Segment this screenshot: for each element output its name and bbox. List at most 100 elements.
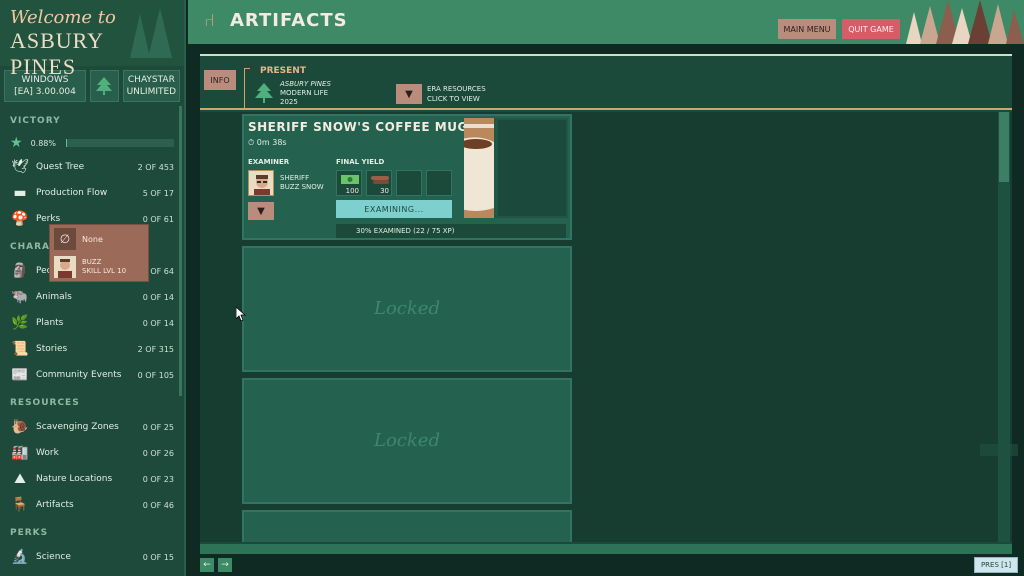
mushroom-icon: 🍄	[11, 211, 29, 227]
sidebar-item-plants[interactable]: 🌿 Plants 0 OF 14	[0, 310, 184, 336]
dove-icon: 🕊	[11, 159, 29, 175]
era-town: ASBURY PINES	[280, 80, 331, 88]
sheriff-portrait-icon	[54, 256, 76, 278]
locked-label: Locked	[374, 430, 440, 451]
sidebar-item-count: 5 OF 17	[142, 188, 174, 198]
sidebar-item-label: Scavenging Zones	[36, 422, 119, 432]
bottom-scrollbar[interactable]	[200, 544, 1012, 554]
era-title: PRESENT	[260, 66, 306, 76]
scrollbar-thumb[interactable]	[999, 112, 1009, 182]
pine-trees-icon	[130, 8, 172, 58]
era-resources-label[interactable]: ERA RESOURCES CLICK TO VIEW	[427, 84, 486, 104]
exam-progress: 30% EXAMINED (22 / 75 XP)	[336, 224, 566, 238]
artifact-list: SHERIFF SNOW'S COFFEE MUG ⏱ 0m 38s EXAMI…	[200, 112, 1012, 542]
examiner-label: EXAMINER	[248, 158, 290, 166]
sidebar-item-animals[interactable]: 🐃 Animals 0 OF 14	[0, 284, 184, 310]
examiner-name: SHERIFF BUZZ SNOW	[280, 174, 324, 192]
sidebar-item-count: 0 OF 15	[142, 552, 174, 562]
sidebar-item-community-events[interactable]: 📰 Community Events 0 OF 105	[0, 362, 184, 388]
era-resources-button[interactable]: ▼	[396, 84, 422, 104]
mountain-icon: ⛰	[14, 471, 26, 487]
timer-value: 0m 38s	[256, 138, 287, 147]
sidebar-item-count: 0 OF 26	[142, 448, 174, 458]
sidebar-item-science[interactable]: 🔬 Science 0 OF 15	[0, 544, 184, 570]
previous-button[interactable]: ←	[200, 558, 214, 572]
examiner-dropdown-button[interactable]: ▼	[248, 202, 274, 220]
sidebar-item-count: 0 OF 23	[142, 474, 174, 484]
examining-button[interactable]: EXAMINING...	[336, 200, 452, 218]
none-icon: ∅	[54, 228, 76, 250]
resource-list: 🐌 Scavenging Zones 0 OF 25 🏭 Work 0 OF 26 ⛰ Nat…	[0, 414, 184, 518]
main-menu-button[interactable]: MAIN MENU	[778, 19, 836, 39]
sidebar-scrollbar[interactable]	[179, 106, 182, 396]
mouse-cursor-icon	[236, 307, 246, 321]
artifact-timer: ⏱ 0m 38s	[248, 138, 287, 148]
dropdown-option-none[interactable]: ∅ None	[50, 225, 148, 253]
next-button[interactable]: →	[218, 558, 232, 572]
sidebar-item-quest-tree[interactable]: 🕊 Quest Tree 2 OF 453	[0, 154, 184, 180]
money-icon	[341, 175, 359, 184]
pine-tree-icon	[255, 83, 273, 103]
coffee-mug-icon	[464, 118, 568, 218]
sidebar-item-work[interactable]: 🏭 Work 0 OF 26	[0, 440, 184, 466]
buzz-name: BUZZ	[82, 258, 102, 266]
sidebar-item-count: 0 OF 61	[142, 214, 174, 224]
era-info-bar: INFO PRESENT ASBURY PINES MODERN LIFE 20…	[200, 54, 1012, 110]
quit-game-button[interactable]: QUIT GAME	[842, 19, 900, 39]
page-title: ARTIFACTS	[230, 10, 348, 31]
sidebar-item-label: Quest Tree	[36, 162, 85, 172]
era-year: 2025	[280, 98, 298, 106]
locked-artifact-card: Locked	[242, 378, 572, 504]
sidebar: Welcome to ASBURY PINES WINDOWS [EA] 3.0…	[0, 0, 186, 576]
victory-bar-fill	[65, 139, 67, 147]
sidebar-item-label: Stories	[36, 344, 68, 354]
sidebar-item-artifacts[interactable]: 🪑 Artifacts 0 OF 46	[0, 492, 184, 518]
main-panel: INFO PRESENT ASBURY PINES MODERN LIFE 20…	[200, 54, 1012, 554]
sidebar-item-count: 2 OF 453	[137, 162, 174, 172]
sidebar-item-label: Artifacts	[36, 500, 74, 510]
version-label: [EA] 3.00.004	[14, 87, 76, 97]
couch-icon: ▬	[13, 185, 27, 201]
bison-icon: 🐃	[11, 289, 29, 305]
yield-value: 30	[380, 187, 389, 195]
era-name: MODERN LIFE	[280, 89, 329, 97]
sheriff-portrait-icon	[249, 171, 273, 195]
sidebar-item-production-flow[interactable]: ▬ Production Flow 5 OF 17	[0, 180, 184, 206]
artifact-name: SHERIFF SNOW'S COFFEE MUG	[248, 120, 468, 134]
sidebar-item-nature-locations[interactable]: ⛰ Nature Locations 0 OF 23	[0, 466, 184, 492]
pres-button[interactable]: PRES [1]	[974, 557, 1018, 573]
exam-progress-text: 30% EXAMINED (22 / 75 XP)	[356, 227, 455, 235]
yield-slot-empty	[426, 170, 452, 196]
sidebar-item-count: 0 OF 14	[142, 318, 174, 328]
sidebar-item-stories[interactable]: 📜 Stories 2 OF 315	[0, 336, 184, 362]
artifact-card[interactable]: SHERIFF SNOW'S COFFEE MUG ⏱ 0m 38s EXAMI…	[242, 114, 572, 240]
buzz-portrait	[54, 256, 76, 278]
yield-slot-wood: 30	[366, 170, 392, 196]
sidebar-item-count: 0 OF 46	[142, 500, 174, 510]
era-bracket	[244, 68, 250, 108]
section-resources: RESOURCES	[10, 398, 80, 408]
era-resources-hint: CLICK TO VIEW	[427, 95, 480, 103]
chair-icon: 🪑	[11, 497, 29, 513]
content-scrollbar[interactable]	[998, 112, 1010, 542]
game-mode: UNLIMITED	[126, 87, 177, 97]
sidebar-item-label: Plants	[36, 318, 64, 328]
final-yield-label: FINAL YIELD	[336, 158, 385, 166]
section-victory: VICTORY	[10, 116, 61, 126]
sidebar-item-scavenging-zones[interactable]: 🐌 Scavenging Zones 0 OF 25	[0, 414, 184, 440]
sidebar-item-label: Community Events	[36, 370, 122, 380]
sidebar-item-count: 2 OF 315	[137, 344, 174, 354]
locked-artifact-card: Locked	[242, 246, 572, 372]
scroll-icon: 📜	[11, 341, 29, 357]
building-icon: 🏭	[11, 445, 29, 461]
newspaper-icon: 📰	[11, 367, 29, 383]
buzz-option-text: BUZZ SKILL LVL 10	[82, 258, 126, 276]
perk-list: 🔬 Science 0 OF 15	[0, 544, 184, 570]
examiner-avatar	[248, 170, 274, 196]
info-button[interactable]: INFO	[204, 70, 236, 90]
sidebar-item-label: Production Flow	[36, 188, 108, 198]
pine-forest-icon	[906, 0, 1024, 44]
victory-bar	[65, 139, 174, 147]
yield-slot-empty	[396, 170, 422, 196]
dropdown-option-buzz[interactable]: BUZZ SKILL LVL 10	[50, 253, 148, 281]
